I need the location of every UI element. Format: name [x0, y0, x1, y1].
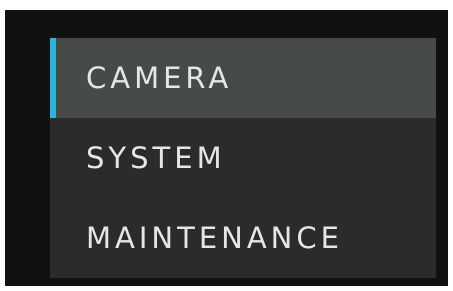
settings-menu: CAMERA SYSTEM MAINTENANCE	[50, 38, 436, 278]
menu-item-label: CAMERA	[86, 61, 233, 95]
selection-indicator	[50, 38, 56, 118]
menu-frame: CAMERA SYSTEM MAINTENANCE	[5, 10, 448, 286]
menu-item-label: MAINTENANCE	[86, 221, 343, 255]
menu-item-maintenance[interactable]: MAINTENANCE	[50, 198, 436, 278]
menu-item-system[interactable]: SYSTEM	[50, 118, 436, 198]
menu-item-camera[interactable]: CAMERA	[50, 38, 436, 118]
menu-item-label: SYSTEM	[86, 141, 226, 175]
